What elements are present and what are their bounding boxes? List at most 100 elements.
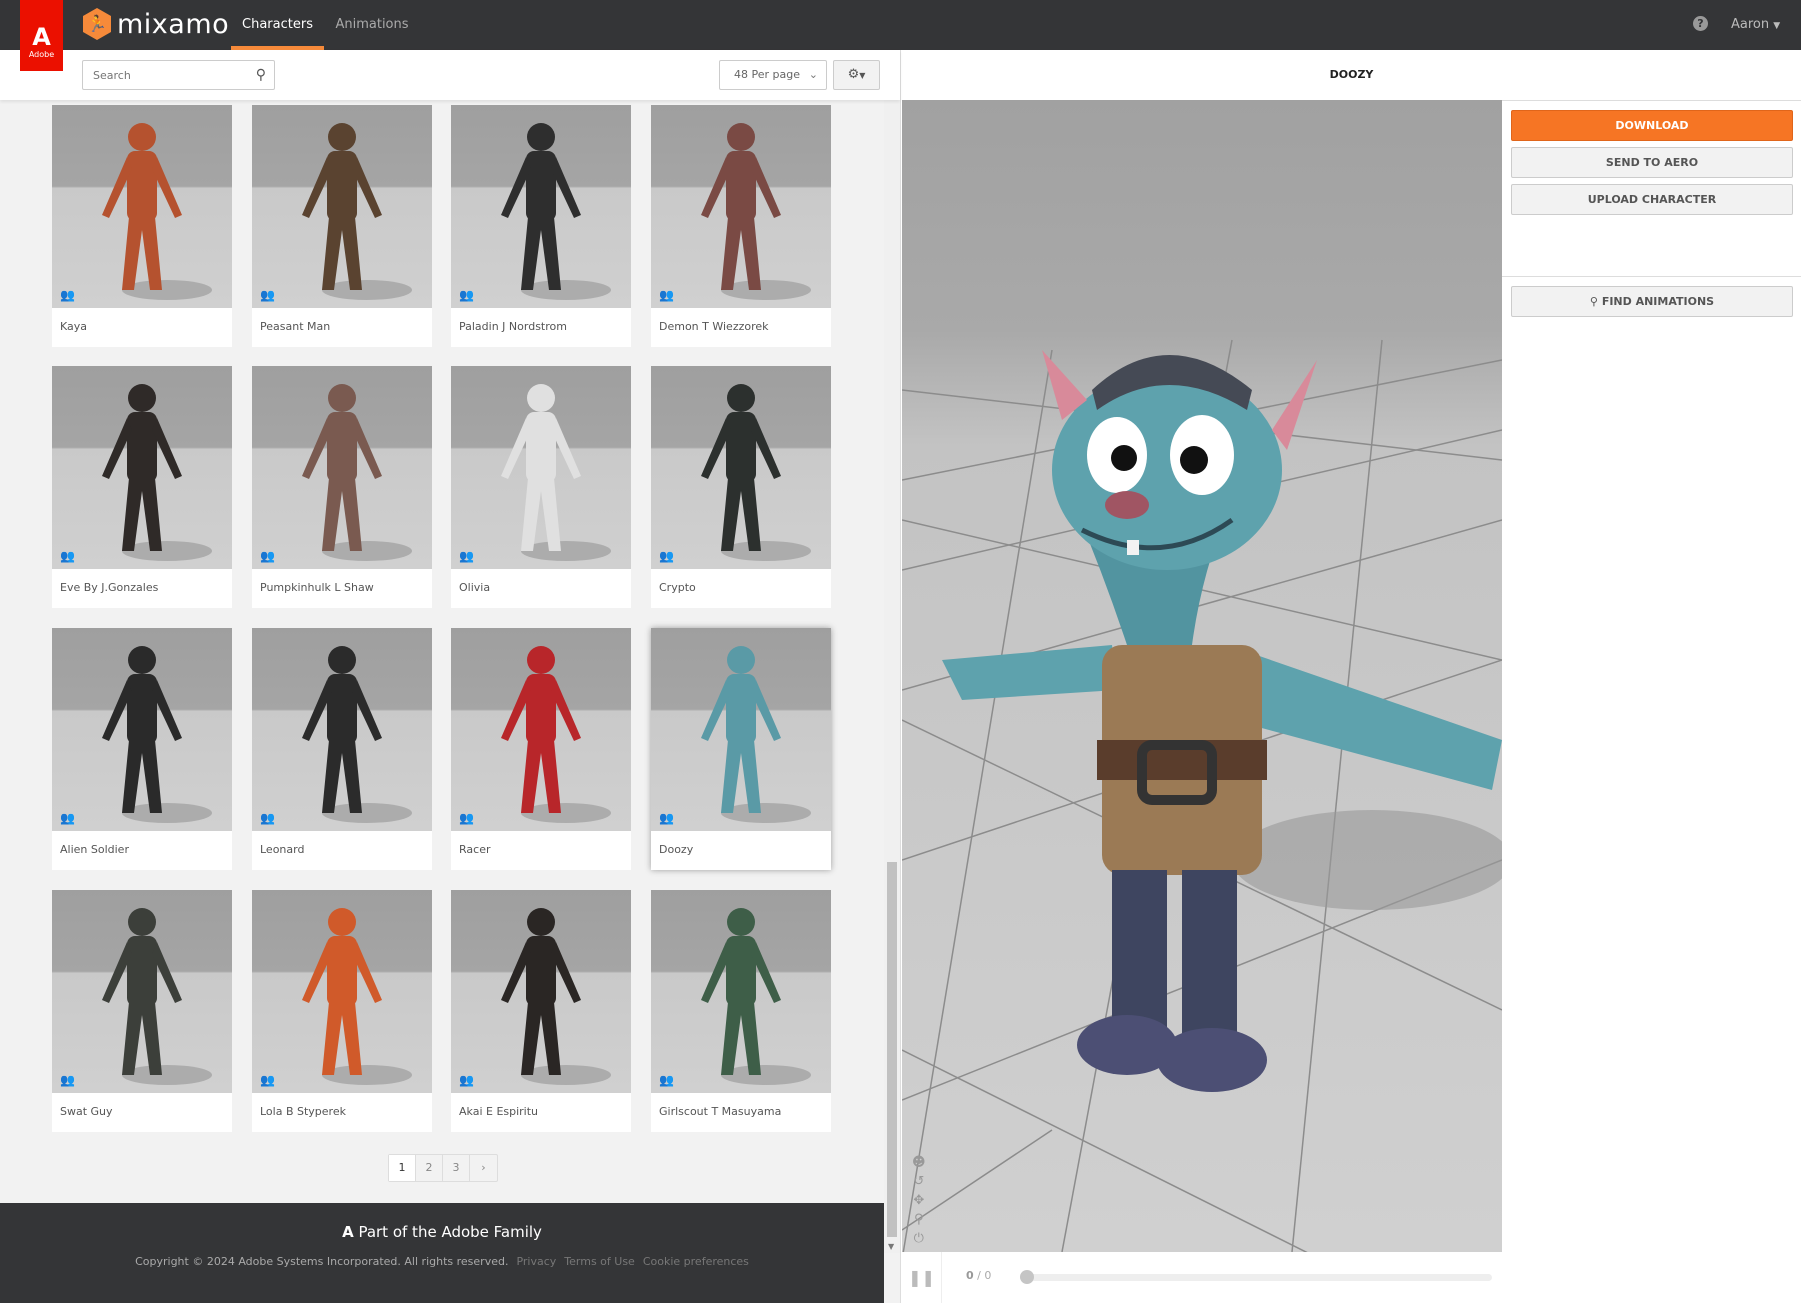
rigged-character-icon: 👥 — [60, 1073, 75, 1087]
caret-down-icon: ▼ — [1773, 21, 1781, 31]
pause-icon[interactable]: ❚❚ — [902, 1252, 942, 1303]
character-figure — [501, 646, 611, 823]
character-card[interactable]: 👥 Pumpkinhulk L Shaw — [252, 366, 432, 608]
character-name: Leonard — [260, 843, 305, 856]
character-card[interactable]: 👥 Crypto — [651, 366, 831, 608]
character-name: Swat Guy — [60, 1105, 113, 1118]
character-card[interactable]: 👥 Lola B Styperek — [252, 890, 432, 1132]
character-name: Doozy — [659, 843, 694, 856]
character-browser: ⚲ 48 Per page⌄ ⚙▼ 👥 Kaya 👥 Peasant Man 👥… — [0, 50, 900, 1303]
send-to-aero-button[interactable]: SEND TO AERO — [1511, 147, 1793, 178]
user-menu[interactable]: Aaron ▼ — [1731, 17, 1780, 32]
character-figure — [501, 384, 611, 561]
character-thumbnail: 👥 — [252, 105, 432, 308]
adobe-badge[interactable]: A Adobe — [20, 0, 63, 71]
character-card[interactable]: 👥 Demon T Wiezzorek — [651, 105, 831, 347]
pagination: 1 2 3 › — [388, 1154, 498, 1182]
zoom-icon[interactable]: ⚲ — [912, 1212, 926, 1227]
skeleton-icon[interactable]: ☻ — [912, 1155, 926, 1170]
character-thumbnail: 👥 — [651, 890, 831, 1093]
character-figure — [302, 384, 412, 561]
character-thumbnail: 👥 — [651, 105, 831, 308]
find-animations-button[interactable]: ⚲ FIND ANIMATIONS — [1511, 286, 1793, 317]
rigged-character-icon: 👥 — [459, 549, 474, 563]
character-card[interactable]: 👥 Eve By J.Gonzales — [52, 366, 232, 608]
character-figure — [701, 908, 811, 1085]
terms-link[interactable]: Terms of Use — [564, 1255, 635, 1268]
3d-viewport[interactable]: ☻ ↺ ✥ ⚲ ⏻ ■ — [902, 100, 1502, 1252]
page-1[interactable]: 1 — [389, 1155, 416, 1181]
adobe-family-text: Part of the Adobe Family — [358, 1223, 542, 1241]
character-thumbnail: 👥 — [451, 105, 631, 308]
character-name: Peasant Man — [260, 320, 331, 333]
upload-character-button[interactable]: UPLOAD CHARACTER — [1511, 184, 1793, 215]
character-card[interactable]: 👥 Peasant Man — [252, 105, 432, 347]
character-card[interactable]: 👥 Akai E Espiritu — [451, 890, 631, 1132]
character-thumbnail: 👥 — [252, 628, 432, 831]
rigged-character-icon: 👥 — [459, 1073, 474, 1087]
page-3[interactable]: 3 — [443, 1155, 470, 1181]
character-card[interactable]: 👥 Kaya — [52, 105, 232, 347]
character-card[interactable]: 👥 Leonard — [252, 628, 432, 870]
page-2[interactable]: 2 — [416, 1155, 443, 1181]
reset-rotation-icon[interactable]: ↺ — [912, 1174, 926, 1189]
character-thumbnail: 👥 — [52, 366, 232, 569]
scrollbar[interactable]: ▲ ▼ — [884, 50, 900, 1253]
rigged-character-icon: 👥 — [260, 288, 275, 302]
timeline-slider[interactable] — [1027, 1274, 1492, 1281]
power-icon[interactable]: ⏻ — [912, 1231, 926, 1246]
per-page-select[interactable]: 48 Per page ⌄ — [719, 60, 827, 90]
scrollbar-thumb[interactable] — [887, 862, 897, 1237]
question-circle-icon[interactable]: ? — [1693, 16, 1708, 31]
per-page-value: 48 Per page — [734, 68, 800, 81]
cookie-preferences-link[interactable]: Cookie preferences — [643, 1255, 749, 1268]
logo-text: mixamo — [117, 8, 230, 40]
viewport-tools: ☻ ↺ ✥ ⚲ ⏻ ■ — [912, 1155, 926, 1252]
rigged-character-icon: 👥 — [659, 288, 674, 302]
move-icon[interactable]: ✥ — [912, 1193, 926, 1208]
character-card[interactable]: 👥 Paladin J Nordstrom — [451, 105, 631, 347]
character-thumbnail: 👥 — [651, 366, 831, 569]
character-card[interactable]: 👥 Racer — [451, 628, 631, 870]
rigged-character-icon: 👥 — [459, 811, 474, 825]
character-figure — [102, 908, 212, 1085]
privacy-link[interactable]: Privacy — [516, 1255, 556, 1268]
find-animations-label: FIND ANIMATIONS — [1601, 295, 1715, 308]
rigged-character-icon: 👥 — [659, 1073, 674, 1087]
frame-counter: 0 / 0 — [966, 1269, 992, 1282]
scroll-down-arrow[interactable]: ▼ — [888, 1242, 894, 1251]
character-figure — [102, 646, 212, 823]
character-card[interactable]: 👥 Doozy — [651, 628, 831, 870]
character-thumbnail: 👥 — [651, 628, 831, 831]
user-name: Aaron — [1731, 17, 1770, 32]
settings-dropdown-button[interactable]: ⚙▼ — [833, 60, 880, 90]
next-page-button[interactable]: › — [470, 1155, 497, 1181]
character-figure — [501, 123, 611, 300]
character-card[interactable]: 👥 Girlscout T Masuyama — [651, 890, 831, 1132]
rigged-character-icon: 👥 — [659, 549, 674, 563]
character-thumbnail: 👥 — [451, 366, 631, 569]
character-figure — [302, 646, 412, 823]
character-figure — [701, 384, 811, 561]
tab-characters[interactable]: Characters — [231, 0, 324, 50]
caret-down-icon: ▼ — [859, 71, 866, 80]
character-thumbnail: 👥 — [451, 890, 631, 1093]
search-icon: ⚲ — [1589, 295, 1598, 308]
timeline-handle[interactable] — [1020, 1270, 1034, 1284]
search-input[interactable] — [83, 61, 243, 89]
mixamo-runner-icon: 🏃 — [83, 8, 111, 40]
character-thumbnail: 👥 — [451, 628, 631, 831]
character-figure — [701, 123, 811, 300]
rigged-character-icon: 👥 — [459, 288, 474, 302]
character-card[interactable]: 👥 Olivia — [451, 366, 631, 608]
download-button[interactable]: DOWNLOAD — [1511, 110, 1793, 141]
character-name: Crypto — [659, 581, 696, 594]
tab-animations[interactable]: Animations — [332, 0, 412, 50]
search-icon[interactable]: ⚲ — [256, 67, 266, 83]
character-figure — [701, 646, 811, 823]
character-card[interactable]: 👥 Alien Soldier — [52, 628, 232, 870]
character-card[interactable]: 👥 Swat Guy — [52, 890, 232, 1132]
mixamo-logo[interactable]: 🏃 mixamo — [83, 8, 229, 40]
character-thumbnail: 👥 — [252, 366, 432, 569]
adobe-label: Adobe — [28, 50, 55, 59]
